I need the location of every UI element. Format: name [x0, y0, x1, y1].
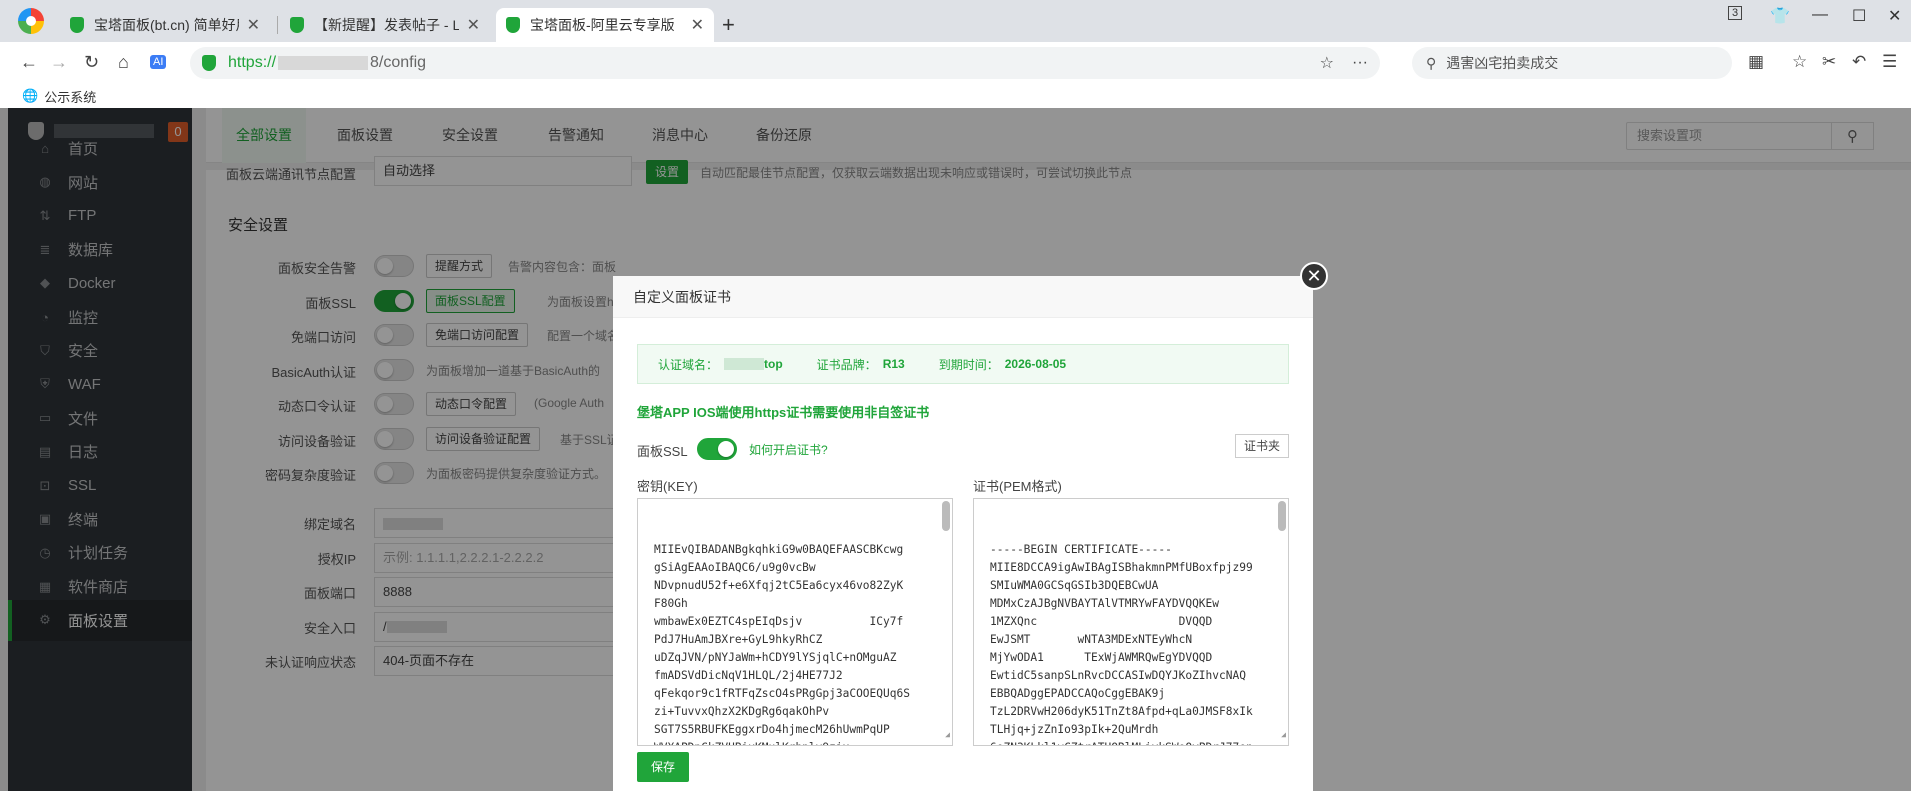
textarea-line: qFekqor9c1fRTFqZscO4sPRgGpj3aCOOEQUq6S	[654, 687, 910, 700]
tab-divider	[277, 16, 278, 34]
textarea-line: EwtidC5sanpSLnRvcDCCASIwDQYJKoZIhvcNAQ	[990, 669, 1246, 682]
browser-tab-label: 【新提醒】发表帖子 - Linux面	[314, 17, 459, 33]
modal-title: 自定义面板证书	[613, 276, 1313, 318]
browser-search-text: 遇害凶宅拍卖成交	[1446, 55, 1559, 71]
undo-icon[interactable]: ↶	[1852, 52, 1866, 72]
close-icon[interactable]: ✕	[1300, 262, 1328, 290]
textarea-line: F80Gh	[654, 597, 688, 610]
tab-count-badge[interactable]: 3	[1728, 6, 1743, 20]
key-textarea[interactable]: MIIEvQIBADANBgkqhkiG9w0BAQEFAASCBKcwg gSi…	[637, 498, 953, 746]
textarea-line: TzL2DRVwH206dyK51TnZt8Afpd+qLa0JMSF8xIk	[990, 705, 1253, 718]
home-icon[interactable]: ⌂	[118, 52, 129, 73]
browser-tab-label: 宝塔面板(bt.cn) 简单好用的L	[94, 17, 239, 33]
bookmark-item[interactable]: 公示系统	[44, 87, 96, 106]
cert-domain-value: top	[764, 357, 783, 371]
textarea-line: wmbawEx0EZTC4spEIqDsjv ICy7f	[654, 615, 904, 628]
new-tab-button[interactable]: +	[722, 12, 735, 38]
browser-tab-active[interactable]: 宝塔面板-阿里云专享版 ✕	[496, 8, 714, 42]
key-scrollbar[interactable]	[942, 501, 950, 531]
bt-shield-icon	[70, 17, 84, 33]
cert-domain-redacted	[724, 358, 765, 370]
cert-textarea[interactable]: -----BEGIN CERTIFICATE----- MIIE8DCCA9igA…	[973, 498, 1289, 746]
minimize-icon[interactable]: —	[1812, 6, 1828, 24]
shirt-icon[interactable]: 👕	[1770, 6, 1790, 26]
textarea-line: MIIEvQIBADANBgkqhkiG9w0BAQEFAASCBKcwg	[654, 543, 904, 556]
forward-icon[interactable]: →	[50, 52, 68, 73]
maximize-icon[interactable]: ☐	[1852, 6, 1866, 26]
custom-cert-modal: 自定义面板证书 认证域名： top 证书品牌： R13 到期时间： 2026-0…	[613, 276, 1313, 791]
textarea-line: 1MZXQnc DVQQD	[990, 615, 1213, 628]
bookmark-bar: 🌐 公示系统	[0, 84, 1911, 108]
cert-expire-value: 2026-08-05	[1004, 357, 1067, 371]
bt-shield-icon	[290, 17, 304, 33]
cert-label: 证书(PEM格式)	[973, 479, 1062, 494]
secure-shield-icon	[202, 55, 216, 71]
menu-icon[interactable]: ☰	[1882, 52, 1897, 72]
resize-handle-icon[interactable]: ◢	[945, 726, 950, 744]
scissors-icon[interactable]: ✂	[1822, 52, 1836, 72]
textarea-line: EwJSMT wNTA3MDExNTEyWhcN	[990, 633, 1193, 646]
save-button[interactable]: 保存	[637, 752, 689, 782]
star-icon[interactable]: ☆	[1320, 53, 1334, 73]
panel-ssl-toggle[interactable]	[697, 438, 737, 460]
textarea-line: SGT7S5RBUFKEggxrDo4hjmecM26hUwmPqUP	[654, 723, 890, 736]
browser-toolbar: ← → ↻ ⌂ AI https:// 8/config ☆ ··· ⚲ 遇害凶…	[0, 42, 1911, 84]
textarea-line: MjYwODA1 TExWjAWMRQwEgYDVQQD	[990, 651, 1213, 664]
textarea-line: PdJ7HuAmJBXre+GyL9hkyRhCZ	[654, 633, 823, 646]
search-icon: ⚲	[1426, 54, 1437, 71]
cert-scrollbar[interactable]	[1278, 501, 1286, 531]
close-window-icon[interactable]: ✕	[1888, 6, 1901, 26]
cert-brand-value: R13	[882, 357, 905, 371]
browser-tab-label: 宝塔面板-阿里云专享版	[530, 17, 675, 33]
textarea-line: NDvpnudU52f+e6Xfqj2tC5Ea6cyx46vo82ZyK	[654, 579, 904, 592]
cert-brand-label: 证书品牌：	[816, 357, 877, 372]
cert-info-box: 认证域名： top 证书品牌： R13 到期时间： 2026-08-05	[637, 344, 1289, 384]
back-icon[interactable]: ←	[20, 52, 38, 73]
browser-tab-2[interactable]: 【新提醒】发表帖子 - Linux面 ✕	[280, 8, 490, 42]
close-tab-icon[interactable]: ✕	[691, 15, 704, 35]
textarea-line: uDZqJVN/pNYJaWm+hCDY9lYSjqlC+nOMguAZ	[654, 651, 897, 664]
globe-icon: 🌐	[22, 88, 39, 103]
close-tab-icon[interactable]: ✕	[467, 15, 480, 35]
cert-folder-button[interactable]: 证书夹	[1235, 434, 1290, 458]
textarea-line: gSiAgEAAoIBAQC6/u9g0vcBw	[654, 561, 816, 574]
textarea-line: TLHjq+jzZnIo93pIk+2QuMrdh	[990, 723, 1159, 736]
browser-logo-icon	[18, 8, 44, 34]
textarea-line: MIIE8DCCA9igAwIBAgISBhakmnPMfUBoxfpjz99	[990, 561, 1253, 574]
apps-icon[interactable]: ▦	[1748, 52, 1764, 72]
textarea-line: EBBQADggEPADCCAQoCggEBAK9j	[990, 687, 1166, 700]
textarea-line: SMIuWMA0GCSqGSIb3DQEBCwUA	[990, 579, 1159, 592]
ios-cert-warning: 堡塔APP IOS端使用https证书需要使用非自签证书	[637, 405, 930, 420]
ai-icon[interactable]: AI	[150, 55, 167, 69]
browser-tab-1[interactable]: 宝塔面板(bt.cn) 简单好用的L ✕	[60, 8, 270, 42]
favorites-icon[interactable]: ☆	[1792, 52, 1807, 72]
url-path: 8/config	[370, 54, 427, 71]
textarea-line: WVXAPDpCkZVUBixKMulKrhplv9zix	[654, 739, 928, 745]
resize-handle-icon[interactable]: ◢	[1281, 726, 1286, 744]
textarea-line: 6oZN3KLkl1vCZtrATHQRlMLiykSWoOyPDrJ77en	[990, 739, 1264, 745]
browser-tabbar: 宝塔面板(bt.cn) 简单好用的L ✕ 【新提醒】发表帖子 - Linux面 …	[0, 0, 1911, 42]
reload-icon[interactable]: ↻	[84, 52, 99, 73]
textarea-line: fmADSVdDicNqV1HLQL/2j4HE77J2	[654, 669, 843, 682]
textarea-line: MDMxCzAJBgNVBAYTAlVTMRYwFAYDVQQKEw	[990, 597, 1220, 610]
close-tab-icon[interactable]: ✕	[247, 15, 260, 35]
bt-shield-icon	[506, 17, 520, 33]
cert-domain-label: 认证域名：	[658, 357, 719, 372]
browser-search-box[interactable]: ⚲ 遇害凶宅拍卖成交	[1412, 47, 1732, 79]
address-bar[interactable]: https:// 8/config ☆ ···	[190, 47, 1380, 79]
panel-ssl-label: 面板SSL	[637, 444, 688, 459]
url-scheme: https://	[228, 54, 277, 71]
url-redacted	[278, 56, 369, 70]
cert-expire-label: 到期时间：	[938, 357, 999, 372]
textarea-line: -----BEGIN CERTIFICATE-----	[990, 543, 1172, 556]
key-label: 密钥(KEY)	[637, 479, 698, 494]
textarea-line: zi+TuvvxQhzX2KDgRg6qakOhPv	[654, 705, 830, 718]
ssl-help-link[interactable]: 如何开启证书?	[749, 441, 828, 458]
more-icon[interactable]: ···	[1352, 54, 1368, 72]
